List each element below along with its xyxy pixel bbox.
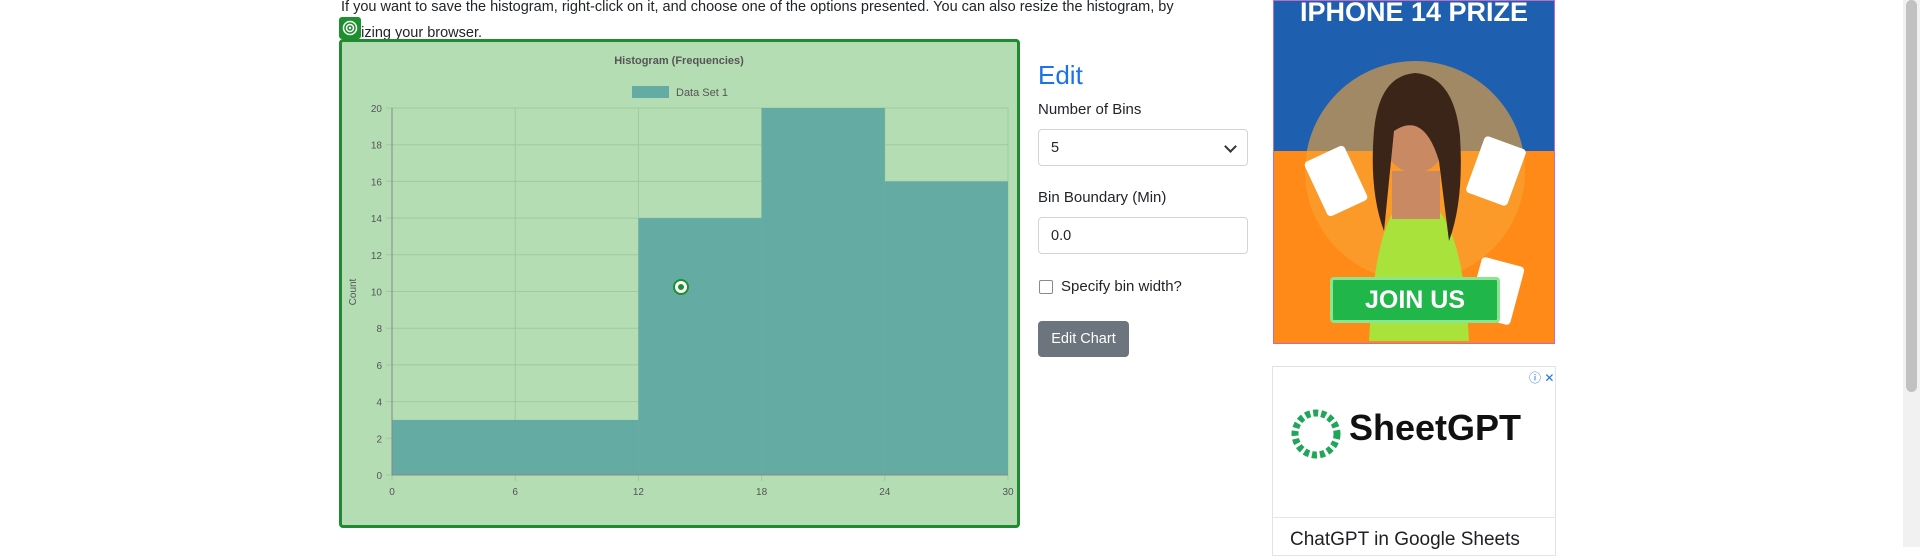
join-us-button[interactable]: JOIN US bbox=[1330, 277, 1500, 323]
bins-select[interactable]: 5 bbox=[1038, 129, 1248, 166]
scrollbar-thumb[interactable] bbox=[1906, 0, 1917, 392]
y-tick-label: 8 bbox=[376, 324, 382, 335]
histogram-bar bbox=[884, 181, 1008, 475]
ad-divider bbox=[1273, 517, 1555, 518]
sheetgpt-ad[interactable]: SheetGPT ChatGPT in Google Sheets bbox=[1272, 366, 1556, 556]
legend-swatch bbox=[632, 86, 669, 98]
x-tick-label: 0 bbox=[389, 487, 395, 498]
bin-width-checkbox[interactable] bbox=[1039, 280, 1053, 294]
target-marker-icon[interactable] bbox=[673, 279, 689, 295]
sheetgpt-brand: SheetGPT bbox=[1349, 407, 1522, 448]
x-tick-label: 12 bbox=[633, 487, 645, 498]
y-tick-label: 18 bbox=[371, 141, 383, 152]
histogram-bar bbox=[638, 218, 762, 475]
histogram-chart-card[interactable]: Histogram (Frequencies) Data Set 1 0 2 4 6 8 10… bbox=[339, 39, 1020, 528]
y-tick-label: 0 bbox=[376, 471, 382, 482]
edit-chart-button[interactable]: Edit Chart bbox=[1038, 321, 1129, 357]
bin-width-label: Specify bin width? bbox=[1061, 278, 1182, 295]
histogram-bar bbox=[761, 108, 885, 475]
chevron-down-icon bbox=[1224, 140, 1237, 153]
boundary-input[interactable]: 0.0 bbox=[1038, 217, 1248, 254]
histogram-bar bbox=[392, 419, 639, 475]
sheetgpt-subtitle: ChatGPT in Google Sheets bbox=[1290, 529, 1520, 550]
x-tick-label: 18 bbox=[756, 487, 768, 498]
boundary-label: Bin Boundary (Min) bbox=[1038, 189, 1167, 206]
x-tick-label: 6 bbox=[512, 487, 518, 498]
chart-title: Histogram (Frequencies) bbox=[614, 55, 744, 67]
y-axis-label: Count bbox=[348, 278, 359, 305]
y-tick-label: 6 bbox=[376, 361, 382, 372]
y-tick-label: 4 bbox=[376, 398, 382, 409]
histogram-chart[interactable]: Histogram (Frequencies)Data Set 10246810… bbox=[342, 42, 1017, 525]
y-tick-label: 20 bbox=[371, 104, 383, 115]
intro-line-1: If you want to save the histogram, right… bbox=[341, 0, 1174, 15]
ad-heading: IPHONE 14 PRIZE bbox=[1299, 0, 1529, 27]
y-tick-label: 10 bbox=[371, 288, 383, 299]
bins-label: Number of Bins bbox=[1038, 101, 1142, 118]
x-tick-label: 24 bbox=[879, 487, 891, 498]
bins-value: 5 bbox=[1051, 139, 1060, 156]
edit-heading: Edit bbox=[1038, 60, 1083, 90]
y-tick-label: 2 bbox=[376, 434, 382, 445]
boundary-value: 0.0 bbox=[1051, 227, 1072, 244]
target-icon[interactable] bbox=[339, 17, 361, 39]
x-tick-label: 30 bbox=[1002, 487, 1014, 498]
y-tick-label: 14 bbox=[371, 214, 383, 225]
sheetgpt-logo-icon bbox=[1291, 409, 1341, 459]
adchoices-icon[interactable]: ⓘ ✕ bbox=[1529, 369, 1554, 386]
y-tick-label: 12 bbox=[371, 251, 383, 262]
legend-label: Data Set 1 bbox=[676, 87, 728, 99]
prize-ad[interactable]: IPHONE 14 PRIZE JOIN US bbox=[1273, 0, 1555, 344]
y-tick-label: 16 bbox=[371, 177, 383, 188]
